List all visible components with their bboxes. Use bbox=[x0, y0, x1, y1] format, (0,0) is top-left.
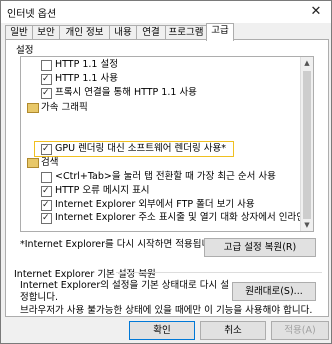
checkbox[interactable] bbox=[41, 199, 52, 211]
tab-content[interactable]: 내용 bbox=[109, 25, 137, 40]
tab-strip: 일반 보안 개인 정보 내용 연결 프로그램 고급 bbox=[5, 23, 327, 41]
title-bar: 인터넷 옵션 ✕ bbox=[1, 1, 331, 23]
reset-description-line1: Internet Explorer의 설정을 기본 상태대로 다시 설 bbox=[20, 280, 230, 291]
scroll-down-arrow-icon[interactable]: ▼ bbox=[301, 219, 313, 231]
search-folder-icon bbox=[27, 158, 39, 168]
tab-security[interactable]: 보안 bbox=[32, 25, 60, 40]
reset-description-line2: 정합니다. bbox=[20, 292, 58, 303]
vertical-scrollbar[interactable]: ▲ ▼ bbox=[300, 57, 313, 231]
advanced-panel: 설정 HTTP 1.1 설정 HTTP 1.1 사용 프록시 연결을 통해 HT… bbox=[5, 39, 329, 317]
checkbox[interactable] bbox=[41, 185, 52, 197]
internet-options-dialog: 인터넷 옵션 ✕ 일반 보안 개인 정보 내용 연결 프로그램 고급 설정 HT… bbox=[0, 0, 332, 344]
cancel-button[interactable]: 취소 bbox=[200, 321, 266, 340]
tab-privacy[interactable]: 개인 정보 bbox=[59, 25, 110, 40]
reset-group-label: Internet Explorer 기본 설정 복원 bbox=[14, 269, 156, 280]
window-title: 인터넷 옵션 bbox=[7, 9, 57, 20]
reset-button[interactable]: 원래대로(S)... bbox=[232, 282, 316, 301]
scroll-thumb[interactable] bbox=[303, 71, 311, 219]
group-divider bbox=[116, 272, 322, 273]
settings-tree: HTTP 1.1 설정 HTTP 1.1 사용 프록시 연결을 통해 HTTP … bbox=[20, 56, 314, 232]
checkbox[interactable] bbox=[41, 143, 52, 155]
ok-button[interactable]: 확인 bbox=[129, 321, 195, 340]
settings-label: 설정 bbox=[16, 45, 34, 56]
reset-warning: 브라우저가 사용 불가능한 상태에 있을 때에만 이 기능을 사용해야 합니다. bbox=[20, 305, 313, 316]
restart-note: *Internet Explorer를 다시 시작하면 적용됩니다. bbox=[20, 239, 223, 250]
restore-advanced-button[interactable]: 고급 설정 복원(R) bbox=[204, 238, 316, 257]
tab-advanced[interactable]: 고급 bbox=[206, 23, 234, 41]
tab-connections[interactable]: 연결 bbox=[136, 25, 166, 40]
checkbox[interactable] bbox=[41, 73, 52, 85]
apply-button[interactable]: 적용(A) bbox=[271, 321, 329, 340]
checkbox[interactable] bbox=[41, 60, 52, 71]
close-button[interactable]: ✕ bbox=[303, 3, 329, 20]
checkbox[interactable] bbox=[41, 172, 52, 183]
checkbox[interactable] bbox=[41, 87, 52, 99]
tab-general[interactable]: 일반 bbox=[5, 25, 33, 40]
tab-programs[interactable]: 프로그램 bbox=[165, 25, 207, 40]
folder-icon bbox=[27, 103, 39, 113]
scroll-up-arrow-icon[interactable]: ▲ bbox=[301, 57, 313, 69]
checkbox[interactable] bbox=[41, 212, 52, 224]
